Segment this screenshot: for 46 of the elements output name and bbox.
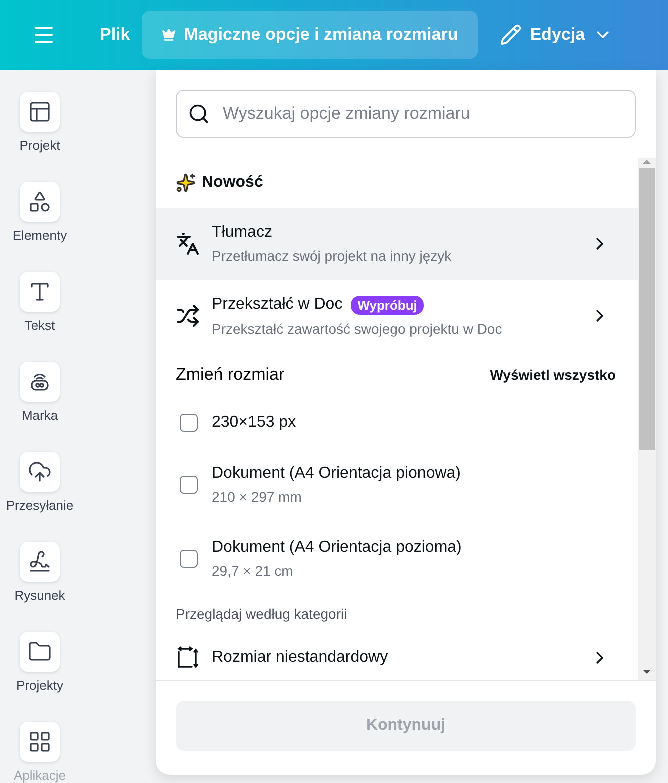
scroll-up-arrow-icon[interactable]: [642, 158, 652, 166]
checkbox[interactable]: [180, 414, 198, 432]
search-field[interactable]: Wyszukaj opcje zmiany rozmiaru: [176, 90, 636, 138]
draw-icon: [28, 550, 52, 574]
text-icon: [28, 280, 52, 304]
item-title: Rozmiar niestandardowy: [212, 649, 390, 667]
checkbox[interactable]: [180, 476, 198, 494]
feature-item[interactable]: Przekształć w Doc Wypróbuj Przekształć zawartość swojego projektu w Doc: [156, 280, 638, 352]
scrollbar[interactable]: [638, 158, 656, 680]
sidebar-item[interactable]: Tekst: [0, 272, 80, 362]
size-option-title: 230×153 px: [212, 414, 298, 432]
category-heading: Przeglądaj według kategorii: [175, 605, 348, 624]
sidebar-item[interactable]: Marka: [0, 362, 80, 452]
apps-icon: [28, 730, 52, 754]
item-description: Przekształć zawartość swojego projektu w Doc: [212, 320, 504, 336]
item-title: Przekształć w Doc: [212, 296, 343, 314]
crown-icon: [162, 28, 176, 42]
category-item[interactable]: Rozmiar niestandardowy: [156, 636, 638, 680]
pencil-icon: [500, 24, 522, 46]
sparkles-icon: [176, 173, 196, 193]
size-option-title: Dokument (A4 Orientacja pozioma): [212, 539, 463, 557]
layout-icon: [28, 100, 52, 124]
sidebar-item[interactable]: Projekty: [0, 632, 80, 722]
folder-icon: [28, 640, 52, 664]
sidebar-item[interactable]: Rysunek: [0, 542, 80, 632]
section-title: Nowość: [202, 174, 264, 192]
search-icon: [188, 103, 210, 125]
translate-icon: [176, 232, 200, 256]
checkbox[interactable]: [180, 550, 198, 568]
sidebar-item[interactable]: Elementy: [0, 182, 80, 272]
size-dimensions: 210 × 297 mm: [212, 489, 303, 505]
try-badge: Wypróbuj: [350, 296, 424, 314]
cloud-upload-icon: [28, 460, 52, 484]
custom-size-icon: [176, 646, 200, 670]
section-title: Zmień rozmiar: [176, 365, 285, 385]
scroll-down-arrow-icon[interactable]: [642, 668, 652, 676]
size-option-title: Dokument (A4 Orientacja pionowa): [212, 465, 462, 483]
view-all-link[interactable]: Wyświetl wszystko: [490, 367, 616, 383]
item-description: Przetłumacz swój projekt na inny język: [212, 248, 453, 264]
shuffle-icon: [176, 304, 200, 328]
feature-item[interactable]: Tłumacz Przetłumacz swój projekt na inny język: [156, 208, 638, 280]
size-dimensions: 29,7 × 21 cm: [212, 563, 294, 579]
item-title: Tłumacz: [212, 224, 272, 242]
sidebar-item[interactable]: Projekt: [0, 92, 80, 182]
sidebar-item[interactable]: Przesyłanie: [0, 452, 80, 542]
shapes-icon: [28, 190, 52, 214]
